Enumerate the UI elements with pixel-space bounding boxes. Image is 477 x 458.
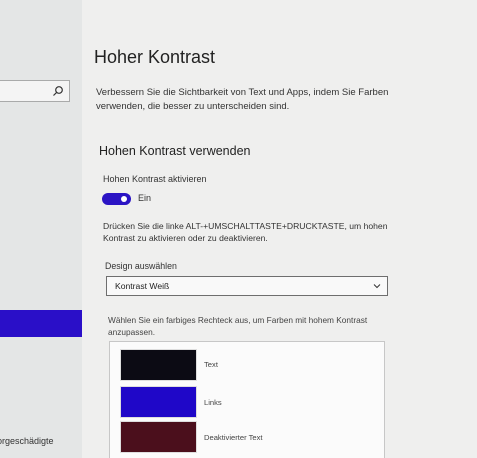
settings-content: Hoher Kontrast Verbessern Sie die Sichtb… — [82, 0, 477, 458]
color-instruction: Wählen Sie ein farbiges Rechteck aus, um… — [108, 315, 368, 337]
disabled-text-color-swatch[interactable] — [120, 421, 197, 453]
toggle-knob — [121, 196, 127, 202]
design-dropdown[interactable]: Kontrast Weiß — [106, 276, 388, 296]
search-input[interactable] — [0, 80, 70, 102]
search-icon[interactable] — [52, 85, 64, 97]
sidebar: orgeschädigte — [0, 0, 83, 458]
text-color-label: Text — [204, 360, 218, 369]
links-color-swatch[interactable] — [120, 386, 197, 418]
links-color-label: Links — [204, 398, 222, 407]
page-description: Verbessern Sie die Sichtbarkeit von Text… — [96, 87, 389, 112]
design-dropdown-value: Kontrast Weiß — [115, 281, 170, 291]
toggle-label: Hohen Kontrast aktivieren — [103, 174, 207, 184]
section-heading: Hohen Kontrast verwenden — [99, 144, 251, 158]
sidebar-item-selected[interactable] — [0, 310, 82, 337]
text-color-swatch[interactable] — [120, 349, 197, 381]
disabled-text-color-label: Deaktivierter Text — [204, 433, 263, 442]
sidebar-item-label[interactable]: orgeschädigte — [0, 436, 82, 446]
page-title: Hoher Kontrast — [94, 47, 216, 67]
color-panel: Text Links Deaktivierter Text — [109, 341, 385, 458]
shortcut-hint: Drücken Sie die linke ALT-+UMSCHALTTASTE… — [103, 221, 388, 243]
high-contrast-toggle[interactable] — [102, 193, 131, 205]
chevron-down-icon — [373, 284, 381, 289]
toggle-state-label: Ein — [138, 193, 152, 203]
design-select-label: Design auswählen — [105, 261, 177, 271]
